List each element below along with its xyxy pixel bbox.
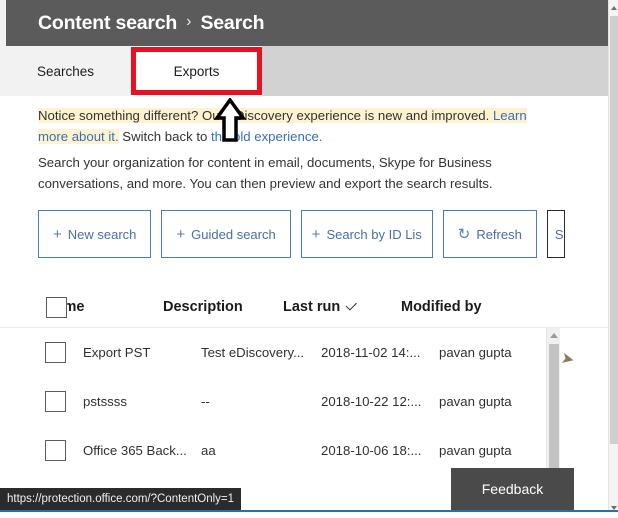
column-header-description[interactable]: Description <box>163 299 283 315</box>
page-description: Search your organization for content in … <box>38 155 493 191</box>
left-edge-strip <box>0 0 6 96</box>
triangle-up-icon <box>611 6 617 10</box>
cell-last-run: 2018-10-06 18:... <box>321 443 422 458</box>
chevron-down-icon <box>345 298 358 311</box>
window-scrollbar-thumb[interactable] <box>610 16 618 444</box>
table-row[interactable]: pstssss -- 2018-10-22 12:... pavan gupta <box>0 377 608 426</box>
notice-text-2: Switch back to <box>118 129 211 144</box>
breadcrumb: Content search › Search <box>38 12 265 35</box>
select-all-checkbox[interactable] <box>46 297 67 318</box>
column-header-last-run[interactable]: Last run <box>283 299 401 315</box>
search-by-id-list-label: Search by ID Lis <box>326 226 422 242</box>
feedback-button[interactable]: Feedback <box>451 468 574 510</box>
page-body: Notice something different? Our eDiscove… <box>0 96 608 518</box>
row-checkbox-cell <box>45 342 83 363</box>
list-header-row: Name Description Last run Modified by <box>0 286 608 328</box>
command-bar: + New search + Guided search + Search by… <box>38 210 565 258</box>
refresh-label: Refresh <box>476 226 522 242</box>
breadcrumb-item-content-search[interactable]: Content search <box>38 12 177 35</box>
status-bar-url: https://protection.office.com/?ContentOn… <box>0 488 242 510</box>
list-rows-viewport: Export PST Test eDiscovery... 2018-11-02… <box>0 328 608 488</box>
cell-name: pstssss <box>83 394 127 409</box>
cell-description: -- <box>201 394 210 409</box>
column-header-modified-by[interactable]: Modified by <box>401 299 531 315</box>
window-scrollbar[interactable] <box>608 0 618 518</box>
plus-icon: + <box>53 225 62 243</box>
overflow-command-button[interactable]: S <box>546 210 565 258</box>
learn-more-link-part2[interactable]: more about it. <box>38 129 119 144</box>
guided-search-label: Guided search <box>191 226 276 242</box>
row-checkbox[interactable] <box>45 440 66 461</box>
triangle-up-icon <box>550 332 558 338</box>
list-scroll-up-button[interactable] <box>547 328 561 342</box>
suite-header: Content search › Search <box>0 0 608 46</box>
browser-bottom-chrome <box>0 510 618 518</box>
notice-text-1: Notice something different? Our eDiscove… <box>38 108 493 123</box>
browser-viewport: Content search › Search Searches Exports… <box>0 0 618 518</box>
breadcrumb-item-search[interactable]: Search <box>200 12 264 35</box>
notice-line-2: more about it. Switch back to the old ex… <box>38 126 558 147</box>
cell-name: Office 365 Back... <box>83 443 187 458</box>
tab-searches[interactable]: Searches <box>0 46 131 96</box>
new-search-label: New search <box>67 226 137 242</box>
column-header-last-run-label: Last run <box>283 298 341 315</box>
cell-description: Test eDiscovery... <box>201 345 305 360</box>
cell-last-run: 2018-10-22 12:... <box>321 394 422 409</box>
plus-icon: + <box>176 225 186 243</box>
guided-search-button[interactable]: + Guided search <box>161 210 291 258</box>
table-row[interactable]: Export PST Test eDiscovery... 2018-11-02… <box>0 328 608 377</box>
window-scroll-up-button[interactable] <box>609 2 618 14</box>
new-experience-notice: Notice something different? Our eDiscove… <box>38 105 558 147</box>
refresh-button[interactable]: ↻ Refresh <box>442 210 537 258</box>
row-checkbox-cell <box>45 391 83 412</box>
search-by-id-list-button[interactable]: + Search by ID Lis <box>300 210 433 258</box>
refresh-icon: ↻ <box>457 225 471 243</box>
row-checkbox-cell <box>45 440 83 461</box>
list-scrollbar[interactable] <box>546 328 560 488</box>
plus-icon: + <box>311 225 321 243</box>
cell-description: aa <box>201 443 216 458</box>
tab-exports[interactable]: Exports <box>131 46 262 96</box>
row-checkbox[interactable] <box>45 342 66 363</box>
notice-line-1: Notice something different? Our eDiscove… <box>38 105 558 126</box>
cell-last-run: 2018-11-02 14:... <box>321 345 421 360</box>
overflow-command-label: S <box>554 226 564 242</box>
row-checkbox[interactable] <box>45 391 66 412</box>
new-search-button[interactable]: + New search <box>38 210 152 258</box>
tab-strip: Searches Exports <box>0 46 608 96</box>
learn-more-link-part1[interactable]: Learn <box>492 108 527 123</box>
old-experience-link[interactable]: the old experience. <box>211 129 322 144</box>
breadcrumb-separator-icon: › <box>186 13 192 30</box>
cell-name: Export PST <box>83 345 151 360</box>
list-scrollbar-thumb[interactable] <box>549 344 559 470</box>
